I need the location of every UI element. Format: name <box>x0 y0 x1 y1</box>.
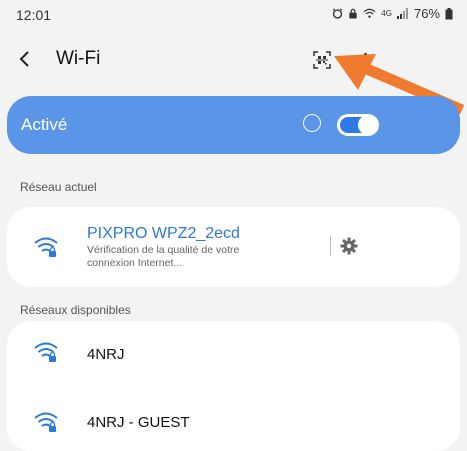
wifi-toggle-switch[interactable] <box>337 114 379 136</box>
section-label-available: Réseaux disponibles <box>20 303 131 317</box>
network-type-icon: 4G <box>381 8 392 18</box>
qr-code-icon <box>313 51 331 69</box>
qr-scan-button[interactable] <box>309 47 335 73</box>
alarm-icon <box>332 8 343 19</box>
page-title: Wi-Fi <box>56 48 101 69</box>
signal-icon <box>396 8 409 19</box>
wifi-secured-icon <box>34 412 58 432</box>
status-bar: 12:01 4G 76% <box>0 0 467 30</box>
current-network-card[interactable]: PIXPRO WPZ2_2ecd Vérification de la qual… <box>7 207 460 287</box>
wifi-secured-icon <box>34 237 58 257</box>
connection-indicator-icon <box>303 114 321 132</box>
back-button[interactable] <box>14 48 36 70</box>
status-time: 12:01 <box>16 7 52 23</box>
current-network-status: Vérification de la qualité de votre conn… <box>87 244 240 269</box>
status-icons: 4G 76% <box>332 6 453 21</box>
app-bar: Wi-Fi <box>0 38 467 82</box>
wifi-toggle-card[interactable]: Activé <box>7 96 460 154</box>
more-options-button[interactable] <box>358 47 372 73</box>
more-dot <box>363 58 367 62</box>
wifi-status-icon <box>363 8 376 19</box>
network-list-item[interactable]: 4NRJ - GUEST <box>7 383 460 445</box>
gear-icon <box>340 237 358 255</box>
toggle-knob <box>358 115 378 135</box>
divider <box>330 236 331 256</box>
lock-icon <box>348 8 358 19</box>
network-list-item[interactable]: 4NRJ <box>7 321 460 383</box>
network-settings-button[interactable] <box>338 235 360 257</box>
wifi-toggle-label: Activé <box>21 115 68 134</box>
battery-percent: 76% <box>413 6 440 21</box>
wifi-secured-icon <box>34 342 58 362</box>
network-name: 4NRJ <box>87 346 125 363</box>
more-dot <box>363 52 367 56</box>
available-networks-card: 4NRJ 4NRJ - GUEST <box>7 321 460 451</box>
network-name: 4NRJ - GUEST <box>87 414 190 431</box>
more-dot <box>363 64 367 68</box>
chevron-left-icon <box>19 51 29 67</box>
section-label-current: Réseau actuel <box>20 180 97 194</box>
current-network-name: PIXPRO WPZ2_2ecd <box>87 225 240 242</box>
battery-icon <box>445 7 453 20</box>
